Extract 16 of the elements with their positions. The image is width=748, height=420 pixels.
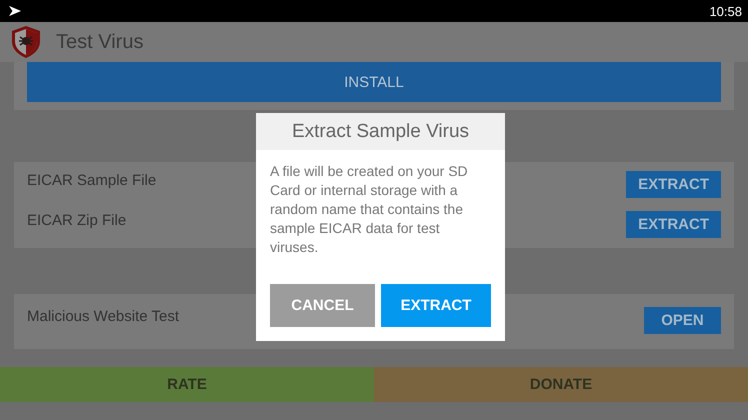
dialog-title: Extract Sample Virus xyxy=(256,113,505,150)
app-title: Test Virus xyxy=(56,30,144,54)
install-button[interactable]: INSTALL xyxy=(27,62,721,102)
action-button[interactable]: EXTRACT xyxy=(626,170,721,198)
cancel-button[interactable]: CANCEL xyxy=(270,284,375,327)
dialog-message: A file will be created on your SD Card or internal storage with a random name that contains the sample EICAR data for test viruses. xyxy=(269,162,469,257)
item-label: EICAR Sample File xyxy=(27,171,156,189)
action-button[interactable]: OPEN xyxy=(644,306,721,334)
item-label: EICAR Zip File xyxy=(27,211,126,229)
bottom-button[interactable]: RATE xyxy=(0,367,374,402)
action-button[interactable]: EXTRACT xyxy=(626,210,721,238)
item-label: Malicious Website Test xyxy=(27,307,180,325)
extract-button[interactable]: EXTRACT xyxy=(381,284,491,327)
shield-logo-icon xyxy=(10,25,42,59)
bottom-button[interactable]: DONATE xyxy=(374,367,748,402)
clock: 10:58 xyxy=(709,4,742,18)
